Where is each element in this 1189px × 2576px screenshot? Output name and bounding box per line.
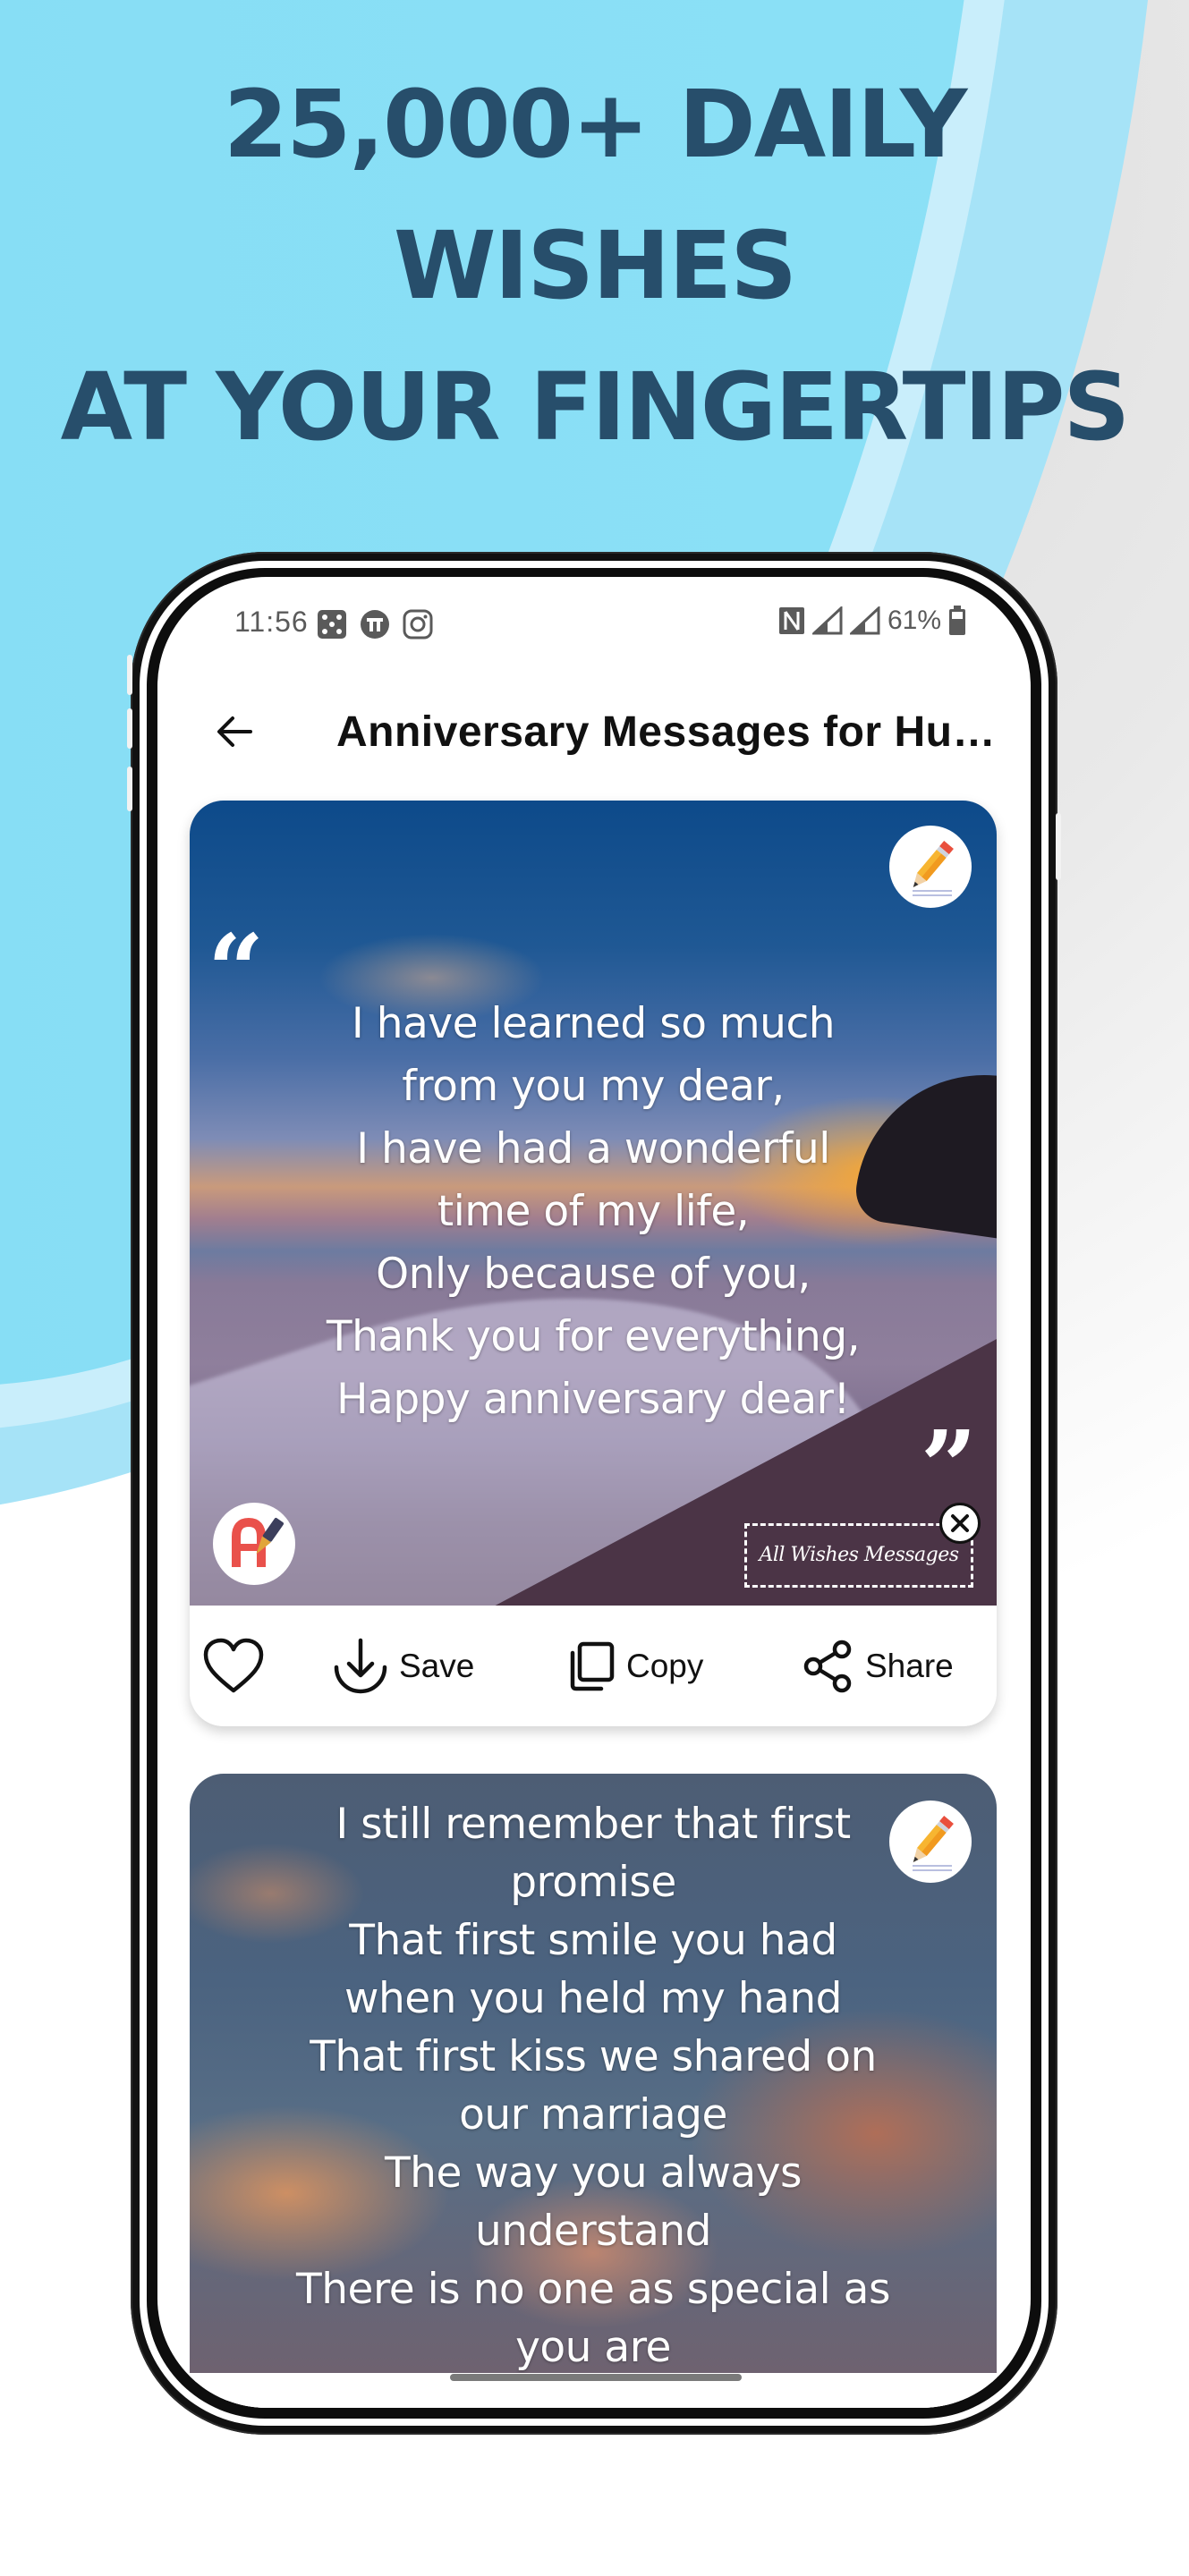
page-title: Anniversary Messages for Husband <box>336 708 1004 756</box>
share-label: Share <box>865 1647 954 1684</box>
message-line: Only because of you, <box>376 1250 811 1299</box>
signal-icon <box>849 606 880 635</box>
status-right-icons: 61% <box>778 606 966 636</box>
phone-frame: 11:56 61% Anniversary Messages for Husb … <box>127 552 1061 2435</box>
phone-screen: 11:56 61% Anniversary Messages for Husb … <box>157 577 1031 2408</box>
share-icon <box>803 1640 852 1692</box>
copy-button[interactable]: Copy <box>565 1606 703 1726</box>
message-line: understand <box>475 2207 712 2256</box>
save-label: Save <box>399 1647 475 1684</box>
phone-side-button <box>127 767 132 811</box>
headline-line-1: 25,000+ DAILY <box>223 70 968 179</box>
message-line: from you my dear, <box>402 1062 785 1111</box>
message-line: promise <box>510 1858 676 1907</box>
pencil-icon <box>913 840 954 896</box>
edit-button[interactable] <box>889 826 972 908</box>
status-time: 11:56 <box>234 606 309 638</box>
message-line: There is no one as special as <box>296 2265 890 2314</box>
copy-icon <box>570 1641 615 1690</box>
signal-icon <box>811 606 843 635</box>
screen-bottom-area <box>157 2377 1031 2408</box>
watermark-close-button[interactable] <box>939 1503 981 1544</box>
phone-side-button <box>127 708 132 749</box>
battery-icon <box>949 606 965 635</box>
message-line: I still remember that first <box>335 1800 851 1849</box>
share-button[interactable]: Share <box>801 1606 954 1726</box>
app-circle-icon <box>361 610 389 639</box>
heart-icon <box>203 1638 264 1692</box>
message-line: That first kiss we shared on <box>310 2032 877 2081</box>
message-line: you are <box>515 2323 671 2372</box>
like-button[interactable] <box>202 1606 265 1726</box>
message-line: our marriage <box>459 2090 727 2140</box>
save-button[interactable]: Save <box>331 1606 474 1726</box>
close-icon <box>951 1514 969 1532</box>
headline-line-3: AT YOUR FINGERTIPS <box>60 352 1131 462</box>
back-arrow-icon[interactable] <box>213 709 258 754</box>
card-action-bar: Save Copy Share <box>190 1606 997 1726</box>
message-line: when you held my hand <box>344 1974 842 2023</box>
battery-percent: 61% <box>887 606 941 635</box>
message-line: Happy anniversary dear! <box>336 1375 850 1424</box>
message-line: I have learned so much <box>351 999 836 1048</box>
pencil-icon <box>913 1815 954 1871</box>
message-text: I have learned so much from you my dear,… <box>225 993 961 1431</box>
message-card[interactable]: I still remember that first promise That… <box>190 1774 997 2408</box>
copy-label: Copy <box>626 1647 704 1684</box>
app-logo <box>213 1503 295 1585</box>
home-indicator[interactable] <box>450 2374 742 2381</box>
close-quote-icon: ” <box>920 1409 977 1524</box>
phone-side-button <box>127 655 132 695</box>
headline-line-2: WISHES <box>393 211 797 320</box>
dice-icon <box>318 610 346 639</box>
message-text: I still remember that first promise That… <box>243 1795 943 2373</box>
download-icon <box>334 1638 387 1693</box>
message-card[interactable]: “ I have learned so much from you my dea… <box>190 801 997 1726</box>
instagram-icon <box>403 609 433 640</box>
message-line: The way you always <box>384 2148 803 2198</box>
card-background-image: “ I have learned so much from you my dea… <box>190 801 997 1606</box>
message-line: That first smile you had <box>349 1916 837 1965</box>
card-background-image: I still remember that first promise That… <box>190 1774 997 2373</box>
message-line: time of my life, <box>437 1187 750 1236</box>
promo-headline: 25,000+ DAILY WISHES AT YOUR FINGERTIPS <box>0 54 1189 478</box>
phone-side-button <box>1056 813 1061 880</box>
status-bar: 11:56 61% <box>157 598 1031 652</box>
nfc-icon <box>778 607 804 634</box>
app-logo-icon <box>232 1517 285 1567</box>
edit-button[interactable] <box>889 1801 972 1883</box>
message-line: I have had a wonderful <box>356 1124 830 1174</box>
message-line: Thank you for everything, <box>326 1312 861 1361</box>
watermark-label: All Wishes Messages <box>744 1523 973 1588</box>
app-bar: Anniversary Messages for Husband <box>157 684 1031 777</box>
